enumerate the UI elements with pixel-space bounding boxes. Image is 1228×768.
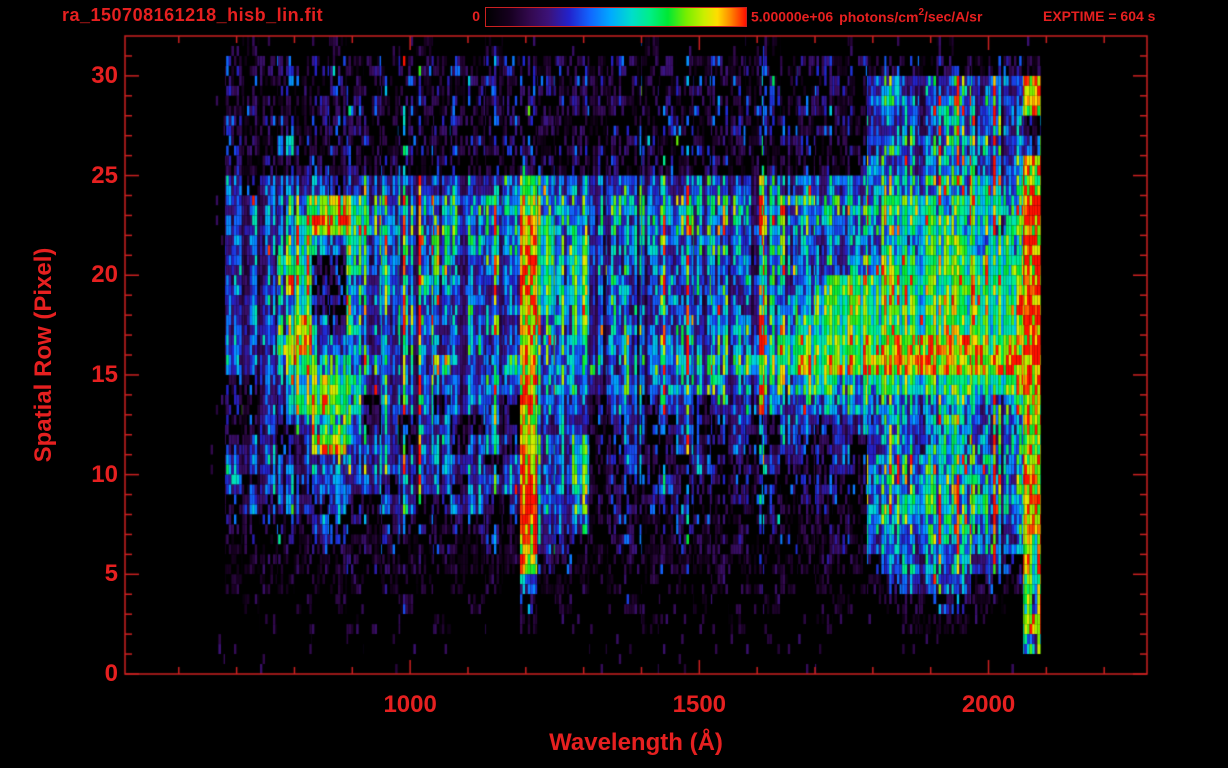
colorbar-units-prefix: photons/cm xyxy=(839,8,919,25)
y-tick-label: 25 xyxy=(91,161,118,189)
y-tick-label: 30 xyxy=(91,61,118,89)
spectrogram-canvas xyxy=(0,0,1228,768)
exptime-label: EXPTIME = 604 s xyxy=(1043,8,1156,24)
y-tick-label: 5 xyxy=(104,560,118,588)
x-axis-title: Wavelength (Å) xyxy=(549,729,723,756)
colorbar-max-value: 5.00000e+06 xyxy=(751,8,834,25)
y-tick-label: 0 xyxy=(104,660,118,687)
spectrogram-window: ra_150708161218_hisb_lin.fit 0 5.00000e+… xyxy=(0,0,1228,768)
y-tick-label: 10 xyxy=(91,460,118,488)
colorbar-units-exponent: 2 xyxy=(918,7,925,18)
colorbar-max-label: 5.00000e+06 photons/cm2/sec/A/sr xyxy=(751,7,983,25)
plot-title: ra_150708161218_hisb_lin.fit xyxy=(62,5,324,25)
colorbar-units-suffix: /sec/A/sr xyxy=(924,8,983,25)
x-tick-label: 1000 xyxy=(383,691,437,718)
x-tick-label: 2000 xyxy=(961,691,1016,718)
y-tick-label: 15 xyxy=(91,360,118,388)
x-tick-label: 1500 xyxy=(672,691,727,718)
colorbar-min-label: 0 xyxy=(472,8,480,24)
y-tick-label: 20 xyxy=(91,261,118,289)
colorbar xyxy=(485,7,747,27)
